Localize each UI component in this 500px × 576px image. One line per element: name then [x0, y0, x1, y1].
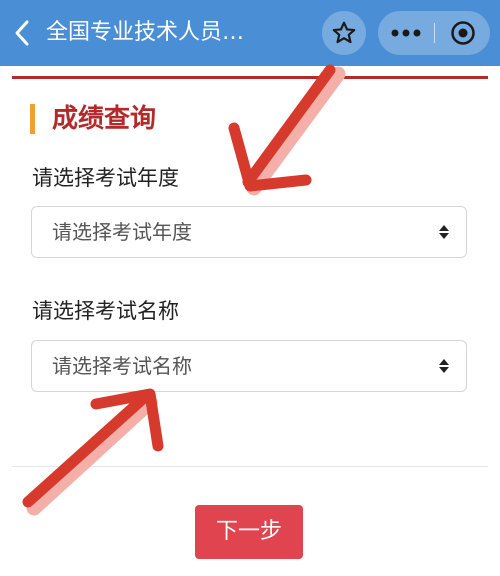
- more-dots-icon: [391, 29, 421, 37]
- year-label: 请选择考试年度: [32, 166, 179, 190]
- mini-program-capsule: [378, 11, 490, 55]
- sort-caret-icon: [439, 225, 449, 239]
- content-divider: [12, 466, 488, 467]
- year-select-value: 请选择考试年度: [52, 220, 192, 244]
- next-step-button[interactable]: 下一步: [195, 505, 303, 559]
- chevron-left-icon: [15, 20, 29, 46]
- target-circle-icon: [450, 21, 475, 45]
- annotation-overlay: [22, 64, 346, 516]
- page-title: 全国专业技术人员…: [46, 20, 245, 45]
- favorite-button[interactable]: [322, 11, 366, 55]
- sort-caret-icon: [439, 359, 449, 373]
- exam-label: 请选择考试名称: [32, 299, 179, 323]
- annotation-arrow-up: [228, 64, 346, 196]
- close-button[interactable]: [435, 11, 490, 55]
- exam-select-value: 请选择考试名称: [52, 354, 192, 378]
- year-select[interactable]: 请选择考试年度: [31, 206, 467, 258]
- more-button[interactable]: [378, 11, 434, 55]
- annotation-arrow-down: [22, 388, 164, 516]
- section-accent-bar: [30, 104, 35, 134]
- back-button[interactable]: [6, 14, 38, 52]
- header-divider: [12, 76, 488, 79]
- top-navigation-bar: 全国专业技术人员…: [0, 0, 500, 66]
- section-title: 成绩查询: [52, 104, 157, 134]
- exam-select[interactable]: 请选择考试名称: [31, 340, 467, 392]
- star-outline-icon: [332, 21, 356, 44]
